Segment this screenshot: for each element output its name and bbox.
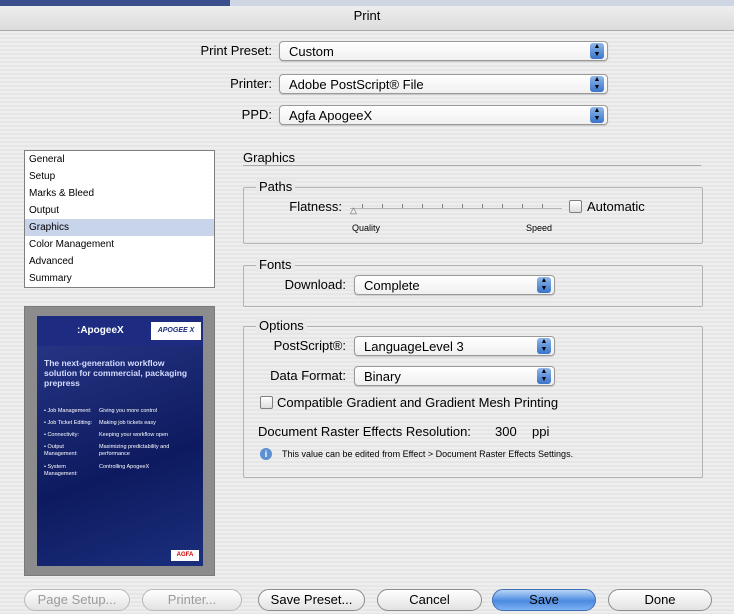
title-bar: Print bbox=[0, 0, 734, 31]
quality-label: Quality bbox=[352, 223, 381, 233]
category-item-summary[interactable]: Summary bbox=[25, 270, 214, 287]
options-group: Options PostScript®: LanguageLevel 3 ▲ ▼ … bbox=[243, 318, 703, 478]
info-text: This value can be edited from Effect > D… bbox=[282, 449, 574, 459]
popup-arrows-icon: ▲ ▼ bbox=[590, 76, 604, 92]
paths-group-label: Paths bbox=[256, 179, 296, 194]
options-group-label: Options bbox=[256, 318, 307, 333]
compatible-gradient-checkbox[interactable] bbox=[260, 396, 273, 409]
category-item-advanced[interactable]: Advanced bbox=[25, 253, 214, 270]
postscript-popup[interactable]: LanguageLevel 3 ▲ ▼ bbox=[354, 336, 555, 356]
printer-label: Printer: bbox=[230, 76, 272, 91]
category-item-graphics[interactable]: Graphics bbox=[25, 219, 214, 236]
flatness-slider[interactable]: △ bbox=[350, 200, 562, 216]
data-format-value: Binary bbox=[364, 369, 401, 384]
data-format-popup[interactable]: Binary ▲ ▼ bbox=[354, 366, 555, 386]
page-preview: :ApogeeX APOGEE X The next-generation wo… bbox=[24, 306, 215, 576]
slider-track bbox=[350, 208, 562, 209]
paths-group: Paths Flatness: △ Quality Speed Automati… bbox=[243, 179, 703, 244]
print-preset-value: Custom bbox=[289, 44, 334, 59]
category-item-marks-bleed[interactable]: Marks & Bleed bbox=[25, 185, 214, 202]
preview-brand: :ApogeeX bbox=[77, 325, 124, 336]
fonts-group-label: Fonts bbox=[256, 257, 295, 272]
popup-arrows-icon: ▲ ▼ bbox=[537, 368, 551, 384]
print-preset-popup[interactable]: Custom ▲ ▼ bbox=[279, 41, 608, 61]
panel-divider bbox=[243, 165, 701, 166]
slider-thumb-icon[interactable]: △ bbox=[350, 205, 357, 216]
preview-headline: The next-generation workflow solution fo… bbox=[44, 358, 188, 388]
download-popup[interactable]: Complete ▲ ▼ bbox=[354, 275, 555, 295]
raster-resolution-value: 300 bbox=[495, 424, 517, 439]
preview-footer-logo: AGFA bbox=[171, 550, 199, 561]
compatible-gradient-label: Compatible Gradient and Gradient Mesh Pr… bbox=[277, 395, 559, 410]
category-list: General Setup Marks & Bleed Output Graph… bbox=[24, 150, 215, 288]
save-preset-button[interactable]: Save Preset... bbox=[258, 589, 365, 611]
category-item-general[interactable]: General bbox=[25, 151, 214, 168]
window-title: Print bbox=[353, 8, 381, 23]
download-value: Complete bbox=[364, 278, 420, 293]
category-item-setup[interactable]: Setup bbox=[25, 168, 214, 185]
print-preset-label: Print Preset: bbox=[200, 43, 272, 58]
background-window-strip bbox=[0, 0, 734, 6]
postscript-value: LanguageLevel 3 bbox=[364, 339, 464, 354]
automatic-label: Automatic bbox=[587, 199, 645, 214]
category-item-output[interactable]: Output bbox=[25, 202, 214, 219]
speed-label: Speed bbox=[526, 223, 553, 233]
data-format-label: Data Format: bbox=[270, 368, 346, 383]
popup-arrows-icon: ▲ ▼ bbox=[590, 43, 604, 59]
preview-bullet: • System Management:Controlling ApogeeX bbox=[44, 464, 150, 477]
printer-button[interactable]: Printer... bbox=[142, 589, 242, 611]
automatic-checkbox[interactable] bbox=[569, 200, 582, 213]
preview-bullet: • Job Management: Giving you more control bbox=[44, 408, 158, 414]
panel-title: Graphics bbox=[243, 150, 296, 165]
info-icon: i bbox=[260, 448, 272, 460]
category-item-color-management[interactable]: Color Management bbox=[25, 236, 214, 253]
ppd-value: Agfa ApogeeX bbox=[289, 108, 373, 123]
save-button[interactable]: Save bbox=[492, 589, 596, 611]
cancel-button[interactable]: Cancel bbox=[377, 589, 482, 611]
page-setup-button[interactable]: Page Setup... bbox=[24, 589, 130, 611]
postscript-label: PostScript®: bbox=[273, 338, 346, 353]
preview-bullet: • Output Management:Maximizing predictab… bbox=[44, 444, 170, 457]
done-button[interactable]: Done bbox=[608, 589, 712, 611]
ppd-label: PPD: bbox=[241, 107, 272, 122]
popup-arrows-icon: ▲ ▼ bbox=[590, 107, 604, 123]
preview-document: :ApogeeX APOGEE X The next-generation wo… bbox=[37, 316, 203, 566]
raster-resolution-unit: ppi bbox=[532, 424, 550, 439]
raster-resolution-label: Document Raster Effects Resolution: bbox=[258, 424, 471, 439]
preview-bullet: • Job Ticket Editing: Making job tickets … bbox=[44, 420, 156, 426]
flatness-label: Flatness: bbox=[289, 199, 342, 214]
preview-logo: APOGEE X bbox=[151, 322, 201, 340]
preview-bullet: • Connectivity: Keeping your workflow ope… bbox=[44, 432, 169, 438]
popup-arrows-icon: ▲ ▼ bbox=[537, 338, 551, 354]
download-label: Download: bbox=[284, 277, 346, 292]
popup-arrows-icon: ▲ ▼ bbox=[537, 277, 551, 293]
printer-popup[interactable]: Adobe PostScript® File ▲ ▼ bbox=[279, 74, 608, 94]
printer-value: Adobe PostScript® File bbox=[289, 77, 424, 92]
ppd-popup[interactable]: Agfa ApogeeX ▲ ▼ bbox=[279, 105, 608, 125]
fonts-group: Fonts Download: Complete ▲ ▼ bbox=[243, 257, 703, 307]
